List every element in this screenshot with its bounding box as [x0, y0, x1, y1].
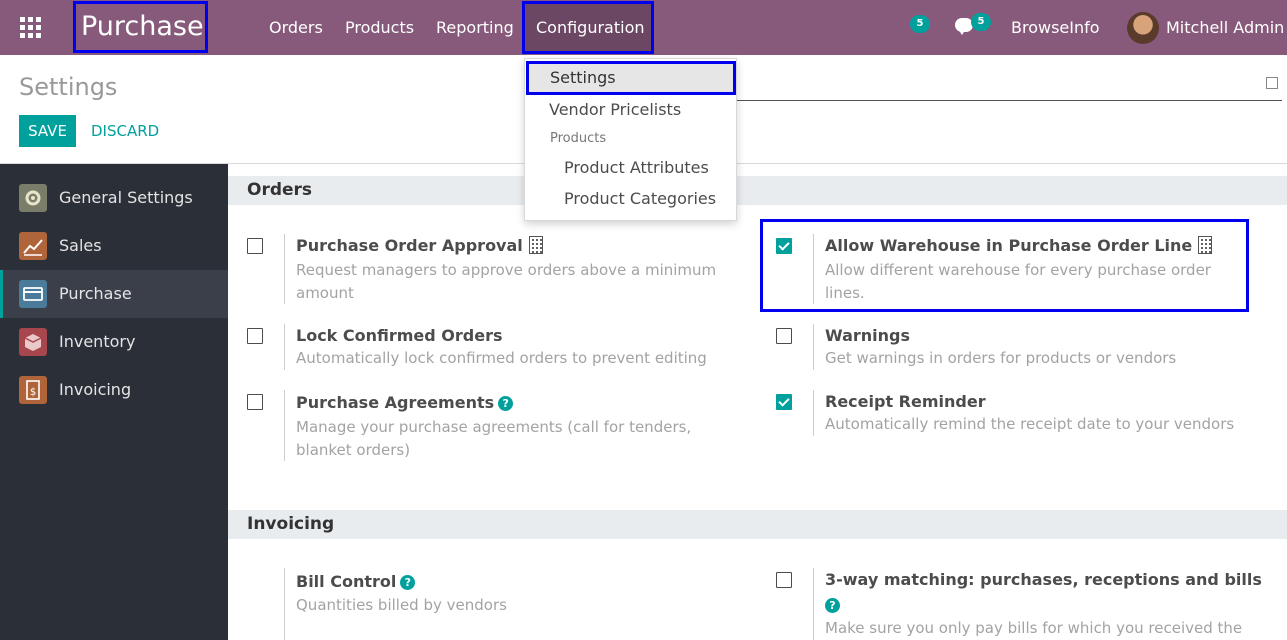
- section-title-invoicing: Invoicing: [228, 510, 1287, 539]
- divider: [813, 324, 814, 370]
- top-navbar: Purchase Orders Products Reporting Confi…: [0, 0, 1287, 55]
- menu-item-product-attributes[interactable]: Product Attributes: [564, 158, 775, 177]
- receipt-reminder-checkbox[interactable]: [776, 394, 792, 410]
- chart-icon: [19, 232, 47, 260]
- setting-title: Purchase Agreements?: [296, 393, 514, 412]
- divider: [284, 324, 285, 370]
- setting-title: Receipt Reminder: [825, 392, 986, 411]
- menu-section-header: Products: [550, 131, 607, 146]
- sidebar-item-label: Inventory: [59, 332, 136, 351]
- page-title: Settings: [19, 73, 118, 101]
- divider: [284, 568, 285, 640]
- sidebar-item-purchase[interactable]: Purchase: [0, 270, 228, 318]
- setting-title: Warnings: [825, 326, 911, 345]
- search-options-icon[interactable]: [1266, 77, 1278, 89]
- menu-reporting[interactable]: Reporting: [436, 0, 514, 55]
- menu-item-product-categories[interactable]: Product Categories: [564, 189, 775, 208]
- sidebar-item-label: Sales: [59, 236, 102, 255]
- company-icon: [528, 236, 543, 254]
- sidebar-item-label: Purchase: [59, 284, 132, 303]
- setting-title-text: Purchase Agreements: [296, 393, 495, 412]
- sidebar-item-label: General Settings: [59, 188, 193, 207]
- credit-card-icon: [19, 280, 47, 308]
- setting-description: Request managers to approve orders above…: [296, 261, 717, 302]
- menu-item-vendor-pricelists[interactable]: Vendor Pricelists: [549, 100, 760, 119]
- sidebar-item-general-settings[interactable]: General Settings: [0, 174, 228, 222]
- setting-description: Automatically lock confirmed orders to p…: [296, 349, 707, 367]
- setting-description: Manage your purchase agreements (call fo…: [296, 418, 692, 459]
- setting-title: 3-way matching: purchases, receptions an…: [825, 570, 1262, 589]
- divider: [813, 234, 814, 304]
- help-icon[interactable]: ?: [498, 396, 514, 411]
- app-brand[interactable]: Purchase: [73, 1, 208, 53]
- setting-title-text: Allow Warehouse in Purchase Order Line: [825, 236, 1193, 255]
- divider: [284, 234, 285, 304]
- discard-button[interactable]: DISCARD: [91, 115, 159, 147]
- box-icon: [19, 328, 47, 356]
- setting-description: Make sure you only pay bills for which y…: [825, 619, 1243, 637]
- company-icon: [1198, 236, 1213, 254]
- purchase-order-approval-checkbox[interactable]: [247, 238, 263, 254]
- svg-text:$: $: [30, 387, 36, 398]
- setting-description: Get warnings in orders for products or v…: [825, 349, 1177, 367]
- warnings-checkbox[interactable]: [776, 328, 792, 344]
- setting-title: Lock Confirmed Orders: [296, 326, 503, 345]
- avatar[interactable]: [1127, 12, 1159, 44]
- apps-menu-icon[interactable]: [20, 17, 41, 38]
- menu-item-settings[interactable]: Settings: [526, 61, 736, 95]
- sidebar-item-invoicing[interactable]: $ Invoicing: [0, 366, 228, 414]
- help-icon-wrap: ?: [825, 595, 840, 614]
- purchase-agreements-checkbox[interactable]: [247, 394, 263, 410]
- save-button[interactable]: SAVE: [19, 115, 76, 147]
- setting-title: Allow Warehouse in Purchase Order Line: [825, 236, 1213, 255]
- search-input[interactable]: [737, 100, 1282, 101]
- menu-orders[interactable]: Orders: [269, 0, 323, 55]
- invoice-icon: $: [19, 376, 47, 404]
- setting-title: Purchase Order Approval: [296, 236, 543, 255]
- gear-icon: [19, 184, 47, 212]
- setting-title-text: Bill Control: [296, 572, 397, 591]
- allow-warehouse-checkbox[interactable]: [776, 238, 792, 254]
- setting-description: Quantities billed by vendors: [296, 596, 507, 614]
- setting-description: Allow different warehouse for every purc…: [825, 261, 1211, 302]
- user-menu[interactable]: Mitchell Admin: [1166, 0, 1284, 55]
- setting-title: Bill Control?: [296, 572, 416, 591]
- setting-title-text: Purchase Order Approval: [296, 236, 523, 255]
- divider: [813, 568, 814, 640]
- setting-description: Automatically remind the receipt date to…: [825, 415, 1235, 433]
- configuration-dropdown: Settings Vendor Pricelists Products Prod…: [524, 58, 737, 221]
- messages-badge[interactable]: 5: [971, 13, 991, 31]
- menu-products[interactable]: Products: [345, 0, 414, 55]
- divider: [813, 390, 814, 436]
- three-way-matching-checkbox[interactable]: [776, 572, 792, 588]
- sidebar-item-inventory[interactable]: Inventory: [0, 318, 228, 366]
- sidebar-item-label: Invoicing: [59, 380, 132, 399]
- settings-sidebar: General Settings Sales Purchase Inventor…: [0, 164, 228, 640]
- activity-badge[interactable]: 5: [910, 15, 930, 33]
- lock-confirmed-orders-checkbox[interactable]: [247, 328, 263, 344]
- sidebar-item-sales[interactable]: Sales: [0, 222, 228, 270]
- company-switcher[interactable]: BrowseInfo: [1011, 0, 1100, 55]
- help-icon[interactable]: ?: [400, 575, 416, 590]
- help-icon[interactable]: ?: [825, 598, 840, 613]
- menu-configuration[interactable]: Configuration: [522, 1, 654, 54]
- divider: [284, 390, 285, 461]
